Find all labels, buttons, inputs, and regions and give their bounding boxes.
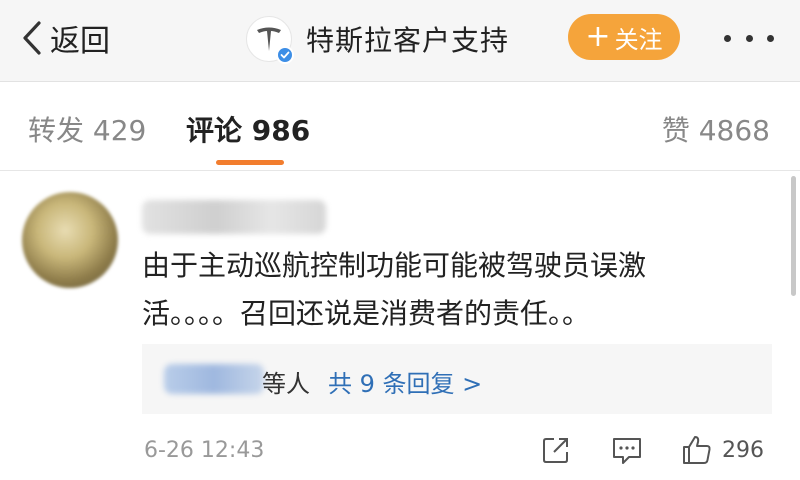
share-button[interactable]: [540, 430, 572, 470]
more-dots-icon[interactable]: [724, 24, 774, 52]
follow-label: 关注: [614, 25, 663, 54]
tab-comment[interactable]: 评论 986: [186, 109, 310, 149]
scrollbar[interactable]: [791, 176, 796, 296]
verified-badge-icon: [276, 46, 294, 64]
top-navigation-bar: 返回 特斯拉客户支持 + 关注: [0, 0, 800, 82]
interaction-tabs: 转发 429 评论 986 赞 4868: [0, 83, 800, 171]
account-avatar[interactable]: [246, 16, 294, 64]
plus-icon: +: [585, 19, 611, 54]
like-count: 296: [722, 437, 764, 463]
back-button[interactable]: 返回: [20, 14, 110, 62]
commenter-avatar[interactable]: [22, 192, 118, 288]
reply-suffix: 等人: [262, 370, 310, 398]
share-icon: [543, 438, 568, 463]
view-replies-link[interactable]: 共 9 条回复 >: [328, 364, 482, 399]
comment-item: 由于主动巡航控制功能可能被驾驶员误激活。。。。召回还说是消费者的责任。。 等人 …: [0, 172, 800, 480]
account-name[interactable]: 特斯拉客户支持: [306, 19, 509, 59]
tab-repost[interactable]: 转发 429: [28, 109, 146, 149]
thumbs-up-icon: [683, 436, 711, 464]
comment-timestamp: 6-26 12:43: [144, 438, 265, 463]
like-button[interactable]: 296: [680, 430, 764, 470]
tab-like[interactable]: 赞 4868: [662, 109, 770, 149]
back-label: 返回: [50, 24, 110, 59]
comment-text: 由于主动巡航控制功能可能被驾驶员误激活。。。。召回还说是消费者的责任。。: [142, 249, 647, 330]
replies-preview[interactable]: 等人 共 9 条回复 >: [142, 344, 772, 414]
active-tab-indicator: [216, 160, 284, 165]
comment-icon: [613, 438, 641, 464]
account-header[interactable]: 特斯拉客户支持: [246, 13, 509, 65]
follow-button[interactable]: + 关注: [568, 14, 680, 60]
chevron-left-icon: [23, 21, 41, 55]
commenter-name-blurred[interactable]: [142, 200, 326, 234]
reply-button[interactable]: [610, 430, 644, 470]
replier-name-blurred: [164, 364, 264, 394]
